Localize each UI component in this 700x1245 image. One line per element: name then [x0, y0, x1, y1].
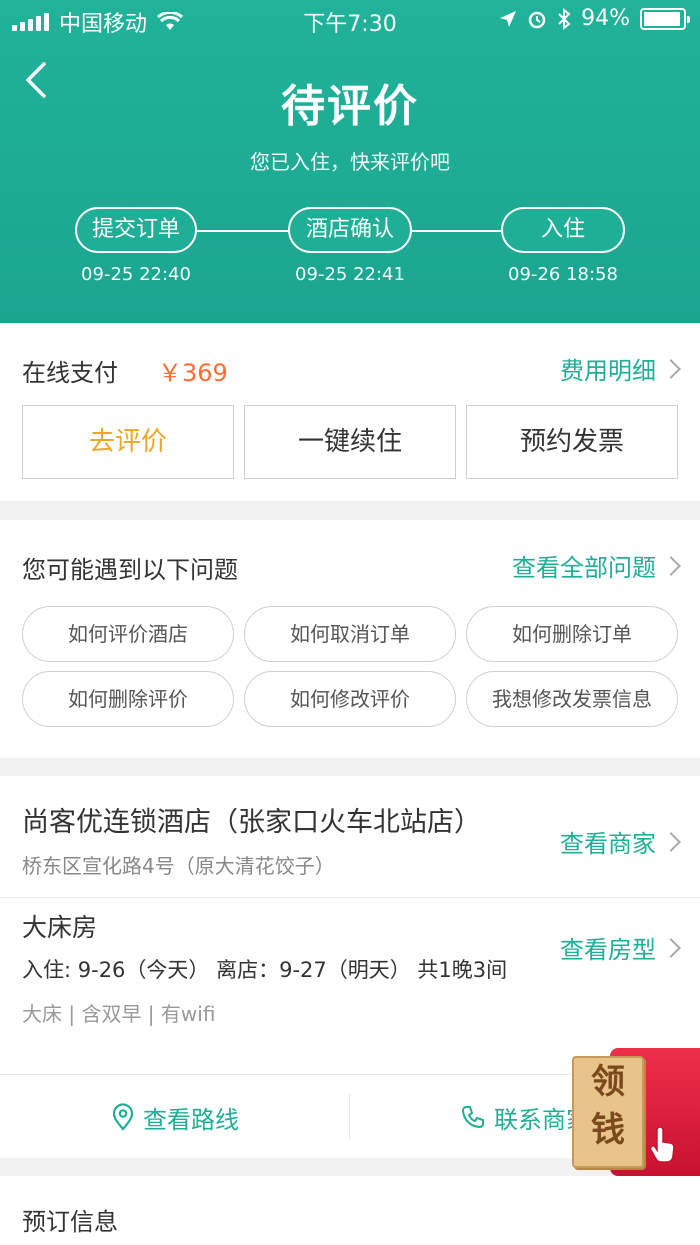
chevron-right-icon [661, 937, 681, 958]
hotel-address: 桥东区宣化路4号（原大清花饺子） [22, 854, 335, 878]
faq-chip[interactable]: 如何取消订单 [244, 606, 456, 662]
booking-title: 预订信息 [22, 1208, 118, 1236]
faq-chip[interactable]: 如何删除订单 [466, 606, 678, 662]
coupon-ticket: 领 钱 [572, 1056, 644, 1168]
faq-chip[interactable]: 如何修改评价 [244, 671, 456, 727]
header: 中国移动 下午7:30 94% 待评价 您已入住，快来评价吧 提交订单 酒店确认… [0, 0, 700, 323]
fee-detail-label: 费用明细 [560, 357, 656, 385]
payment-card: 在线支付 ￥369 费用明细 去评价 一键续住 预约发票 [0, 323, 700, 501]
step-submit-time: 09-25 22:40 [81, 264, 191, 285]
payment-amount: ￥369 [158, 359, 228, 387]
view-room-label: 查看房型 [560, 936, 656, 964]
view-room-link[interactable]: 查看房型 [560, 930, 681, 965]
alarm-icon [528, 11, 546, 28]
step-confirm: 酒店确认 [288, 207, 412, 253]
packet-char-2: 钱 [591, 1110, 625, 1150]
step-checkin: 入住 [501, 207, 625, 253]
invoice-button[interactable]: 预约发票 [466, 405, 678, 479]
page-title: 待评价 [281, 81, 419, 132]
view-route-button[interactable]: 查看路线 [0, 1076, 350, 1158]
faq-chip[interactable]: 我想修改发票信息 [466, 671, 678, 727]
view-route-label: 查看路线 [143, 1105, 239, 1134]
chevron-right-icon [661, 555, 681, 576]
view-merchant-link[interactable]: 查看商家 [560, 824, 681, 859]
location-arrow-icon [500, 10, 517, 27]
location-pin-icon [112, 1103, 134, 1131]
battery-icon [640, 7, 690, 30]
all-questions-label: 查看全部问题 [512, 554, 656, 582]
faq-chip[interactable]: 如何删除评价 [22, 671, 234, 727]
faq-card: 您可能遇到以下问题 查看全部问题 如何评价酒店 如何取消订单 如何删除订单 如何… [0, 520, 700, 758]
fee-detail-link[interactable]: 费用明细 [560, 351, 681, 386]
step-confirm-time: 09-25 22:41 [295, 264, 405, 285]
chevron-right-icon [661, 358, 681, 379]
step-submit: 提交订单 [75, 207, 197, 253]
red-packet-button[interactable]: 领 钱 [570, 1048, 700, 1178]
hotel-name: 尚客优连锁酒店（张家口火车北站店） [22, 807, 481, 838]
hand-pointer-icon [649, 1126, 675, 1163]
booking-card: 预订信息 [0, 1176, 700, 1245]
faq-title: 您可能遇到以下问题 [22, 556, 238, 584]
extend-stay-button[interactable]: 一键续住 [244, 405, 456, 479]
bluetooth-icon [558, 7, 571, 30]
review-button[interactable]: 去评价 [22, 405, 234, 479]
page-subtitle: 您已入住，快来评价吧 [250, 150, 450, 174]
all-questions-link[interactable]: 查看全部问题 [512, 548, 681, 583]
room-tags: 大床 | 含双早 | 有wifi [22, 1002, 216, 1026]
stay-dates: 入住: 9-26（今天） 离店：9-27（明天） 共1晚3间 [22, 958, 508, 982]
chevron-right-icon [661, 831, 681, 852]
packet-char-1: 领 [591, 1062, 625, 1102]
faq-chip[interactable]: 如何评价酒店 [22, 606, 234, 662]
status-bar: 中国移动 下午7:30 94% [0, 0, 700, 40]
divider [0, 897, 700, 898]
step-checkin-time: 09-26 18:58 [508, 264, 618, 285]
battery-percent: 94% [581, 6, 630, 31]
room-name: 大床房 [22, 913, 98, 942]
payment-label: 在线支付 [22, 359, 118, 387]
view-merchant-label: 查看商家 [560, 830, 656, 858]
phone-icon [462, 1106, 484, 1128]
